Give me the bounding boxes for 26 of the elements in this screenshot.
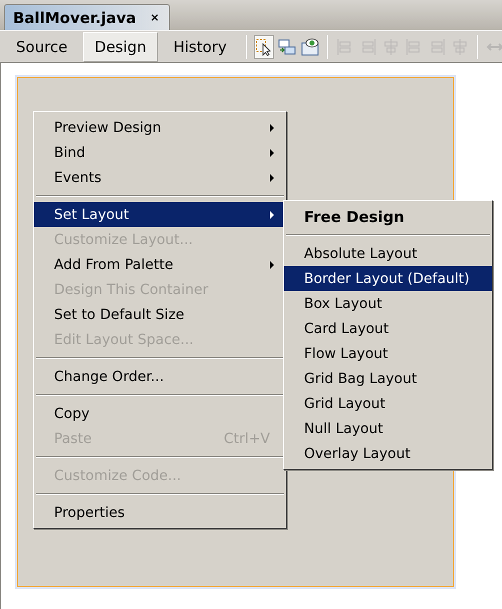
menu-item[interactable]: Box Layout (284, 291, 492, 316)
view-tab[interactable]: History (161, 32, 239, 62)
menu-item[interactable]: Grid Layout (284, 391, 492, 416)
pointer-icon[interactable] (254, 34, 274, 58)
menu-item[interactable]: Preview Design (34, 115, 286, 140)
view-tab[interactable]: Source (4, 32, 80, 62)
menu-item[interactable]: Card Layout (284, 316, 492, 341)
view-tab[interactable]: Design (82, 32, 158, 62)
file-tab-title: BallMover.java (13, 8, 136, 26)
menu-item[interactable]: Overlay Layout (284, 441, 492, 466)
menu-item[interactable]: Properties (34, 500, 286, 525)
menu-item[interactable]: Border Layout (Default) (284, 266, 492, 291)
menu-item[interactable]: Set Layout (34, 202, 286, 227)
menu-item[interactable]: Add From Palette (34, 252, 286, 277)
menu-item[interactable]: Change Order... (34, 364, 286, 389)
menu-item[interactable]: Events (34, 165, 286, 190)
menu-item[interactable]: Free Design (284, 204, 492, 229)
menu-item[interactable]: Grid Bag Layout (284, 366, 492, 391)
menu-item[interactable]: Set to Default Size (34, 302, 286, 327)
menu-item[interactable]: Absolute Layout (284, 241, 492, 266)
menu-item[interactable]: Bind (34, 140, 286, 165)
menu-item[interactable]: Copy (34, 401, 286, 426)
menu-item[interactable]: Flow Layout (284, 341, 492, 366)
menu-item[interactable]: Null Layout (284, 416, 492, 441)
file-tab[interactable]: BallMover.java × (4, 4, 170, 30)
close-button[interactable]: × (150, 11, 160, 24)
